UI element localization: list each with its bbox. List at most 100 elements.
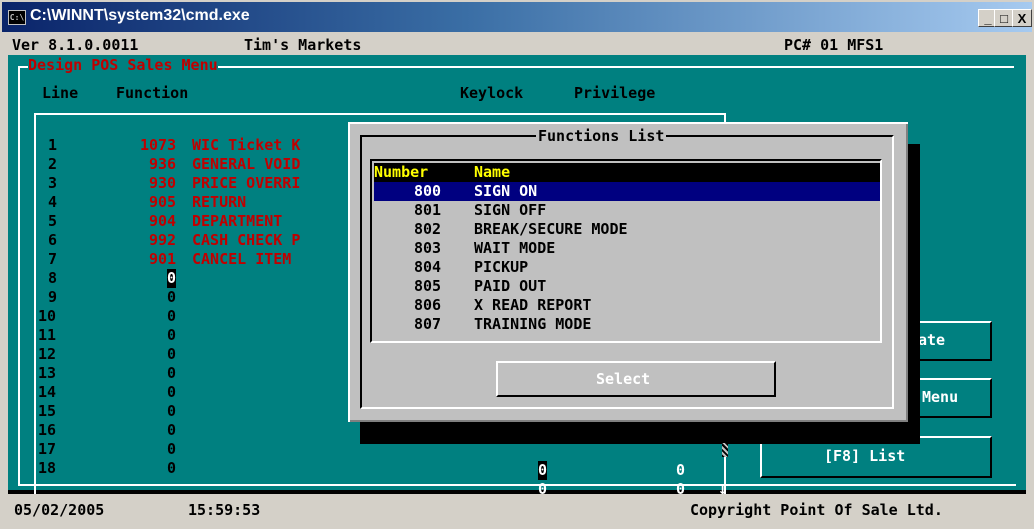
column-line: Line — [42, 84, 79, 102]
main-screen: Design POS Sales Menu Line Function Keyl… — [8, 55, 1026, 499]
function-name: SIGN ON — [474, 182, 538, 200]
line-function-code[interactable]: 992 — [149, 231, 176, 250]
dialog-title: Functions List — [536, 127, 667, 146]
line-function-name: CANCEL ITEM — [192, 250, 292, 268]
column-keylock: Keylock — [460, 84, 524, 102]
column-function: Function — [116, 84, 189, 102]
function-row[interactable]: 807 TRAINING MODE — [374, 315, 880, 334]
pc-id: PC# 01 MFS1 — [784, 36, 884, 54]
line-number: 9 — [48, 288, 58, 306]
console-window: C:\ C:\WINNT\system32\cmd.exe _ □ X Ver … — [0, 0, 1034, 529]
line-number: 16 — [38, 421, 57, 439]
line-number: 6 — [48, 231, 58, 249]
store-name: Tim's Markets — [244, 36, 362, 54]
function-row-selected[interactable]: 800 SIGN ON — [374, 182, 880, 201]
line-number: 8 — [48, 269, 58, 287]
header-bar: Ver 8.1.0.0011 Tim's Markets PC# 01 MFS1 — [8, 36, 1026, 55]
list-header-name: Name — [474, 163, 511, 181]
function-row[interactable]: 801 SIGN OFF — [374, 201, 880, 220]
line-function-name: CASH CHECK P — [192, 231, 301, 249]
menu-button-label: Menu — [922, 388, 959, 406]
function-row[interactable]: 804 PICKUP — [374, 258, 880, 277]
function-number: 803 — [414, 239, 442, 257]
line-function-code[interactable]: 0 — [167, 269, 177, 288]
function-number: 802 — [414, 220, 442, 238]
line-number: 13 — [38, 364, 57, 382]
line-number: 7 — [48, 250, 58, 268]
line-number: 17 — [38, 440, 57, 458]
line-number: 18 — [38, 459, 57, 477]
line-function-name: PRICE OVERRI — [192, 174, 301, 192]
line-function-name: DEPARTMENT — [192, 212, 283, 230]
line-function-code[interactable]: 1073 — [140, 136, 176, 155]
status-time: 15:59:53 — [188, 501, 261, 519]
line-function-code[interactable]: 930 — [149, 174, 176, 193]
line-function-name: RETURN — [192, 193, 247, 211]
title-bar[interactable]: C:\ C:\WINNT\system32\cmd.exe _ □ X — [2, 2, 1032, 32]
line-number: 1 — [48, 136, 58, 154]
function-name: BREAK/SECURE MODE — [474, 220, 628, 238]
function-row[interactable]: 803 WAIT MODE — [374, 239, 880, 258]
line-function-code[interactable]: 901 — [149, 250, 176, 269]
function-name: PICKUP — [474, 258, 529, 276]
version-text: Ver 8.1.0.0011 — [12, 36, 139, 54]
function-row[interactable]: 806 X READ REPORT — [374, 296, 880, 315]
line-function-code[interactable]: 936 — [149, 155, 176, 174]
screen-title: Design POS Sales Menu — [28, 56, 218, 75]
function-number: 805 — [414, 277, 442, 295]
function-name: PAID OUT — [474, 277, 547, 295]
line-function-code[interactable]: 0 — [167, 364, 176, 383]
line-number: 11 — [38, 326, 57, 344]
line-number: 5 — [48, 212, 58, 230]
list-header: Number Name — [374, 163, 880, 182]
column-privilege: Privilege — [574, 84, 656, 102]
line-number: 12 — [38, 345, 57, 363]
function-number: 804 — [414, 258, 442, 276]
update-button-label: ate — [918, 331, 946, 349]
line-function-code[interactable]: 0 — [167, 459, 176, 478]
function-number: 807 — [414, 315, 442, 333]
function-number: 806 — [414, 296, 442, 314]
line-function-code[interactable]: 905 — [149, 193, 176, 212]
line-function-code[interactable]: 0 — [167, 326, 176, 345]
cmd-icon[interactable]: C:\ — [8, 10, 26, 25]
status-bar: 05/02/2005 15:59:53 Copyright Point Of S… — [8, 494, 1026, 526]
line-function-code[interactable]: 0 — [167, 307, 176, 326]
line-function-code[interactable]: 0 — [167, 402, 176, 421]
function-row[interactable]: 805 PAID OUT — [374, 277, 880, 296]
shadow-pattern — [722, 443, 728, 457]
function-number: 800 — [414, 182, 442, 200]
f8-list-button-label: [F8] List — [824, 447, 906, 465]
function-name: X READ REPORT — [474, 296, 592, 314]
row17-privilege[interactable]: 0 — [676, 461, 685, 480]
select-button-label: Select — [596, 370, 651, 388]
console-area: Ver 8.1.0.0011 Tim's Markets PC# 01 MFS1… — [8, 36, 1026, 526]
line-number: 14 — [38, 383, 57, 401]
select-button[interactable]: Select — [496, 361, 776, 397]
function-name: SIGN OFF — [474, 201, 547, 219]
line-number: 15 — [38, 402, 57, 420]
line-number: 4 — [48, 193, 58, 211]
function-name: TRAINING MODE — [474, 315, 592, 333]
line-number: 10 — [38, 307, 57, 325]
line-function-name: WIC Ticket K — [192, 136, 301, 154]
maximize-button[interactable]: □ — [994, 9, 1014, 27]
functions-list-dialog: Functions List Number Name 800 SIGN ON 801… — [348, 122, 908, 422]
line-function-code[interactable]: 0 — [167, 383, 176, 402]
line-function-code[interactable]: 0 — [167, 421, 176, 440]
status-date: 05/02/2005 — [14, 501, 105, 519]
function-name: WAIT MODE — [474, 239, 556, 257]
line-function-code[interactable]: 0 — [167, 288, 176, 307]
line-function-code[interactable]: 0 — [167, 440, 176, 459]
copyright-text: Copyright Point Of Sale Ltd. — [690, 501, 943, 519]
line-function-code[interactable]: 0 — [167, 345, 176, 364]
line-number: 3 — [48, 174, 58, 192]
function-row[interactable]: 802 BREAK/SECURE MODE — [374, 220, 880, 239]
close-button[interactable]: X — [1012, 9, 1032, 27]
line-function-code[interactable]: 904 — [149, 212, 176, 231]
function-number: 801 — [414, 201, 442, 219]
line-number: 2 — [48, 155, 58, 173]
row17-keylock[interactable]: 0 — [538, 461, 548, 480]
window-title: C:\WINNT\system32\cmd.exe — [30, 7, 250, 24]
line-function-name: GENERAL VOID — [192, 155, 301, 173]
